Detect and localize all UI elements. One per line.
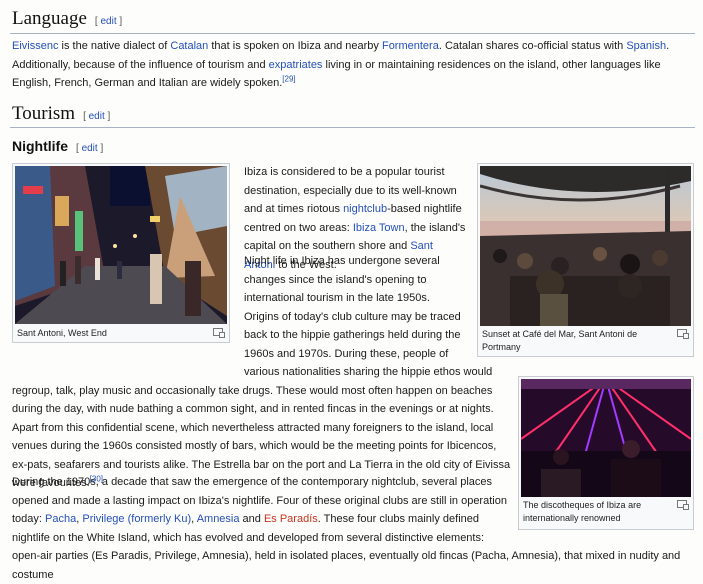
edit-link[interactable]: [ edit ] bbox=[83, 111, 110, 122]
tourism-heading: Tourism[ edit ] bbox=[12, 103, 111, 124]
link-formentera[interactable]: Formentera bbox=[382, 40, 439, 52]
link-spanish[interactable]: Spanish bbox=[626, 40, 666, 52]
link-ibiza-town[interactable]: Ibiza Town bbox=[353, 222, 405, 234]
link-pacha[interactable]: Pacha bbox=[45, 513, 76, 525]
link-es-paradis[interactable]: Es Paradís bbox=[264, 513, 318, 525]
nightlife-heading: Nightlife[ edit ] bbox=[12, 138, 104, 154]
edit-link[interactable]: [ edit ] bbox=[95, 16, 122, 27]
nightlife-1970s-paragraph: During the 1970s, a decade that saw the … bbox=[12, 476, 681, 581]
section-divider bbox=[10, 33, 695, 34]
link-eivissenc[interactable]: Eivissenc bbox=[12, 40, 58, 52]
section-divider bbox=[10, 127, 695, 128]
language-heading: Language[ edit ] bbox=[12, 8, 123, 29]
link-nightclub[interactable]: nightclub bbox=[343, 203, 387, 215]
link-expatriates[interactable]: expatriates bbox=[269, 59, 323, 71]
link-catalan[interactable]: Catalan bbox=[170, 40, 208, 52]
ref-29[interactable]: [29] bbox=[282, 74, 295, 83]
link-privilege[interactable]: Privilege (formerly Ku) bbox=[82, 513, 191, 525]
edit-link[interactable]: [ edit ] bbox=[76, 143, 103, 154]
language-paragraph: Eivissenc is the native dialect of Catal… bbox=[12, 40, 670, 89]
link-amnesia[interactable]: Amnesia bbox=[197, 513, 240, 525]
